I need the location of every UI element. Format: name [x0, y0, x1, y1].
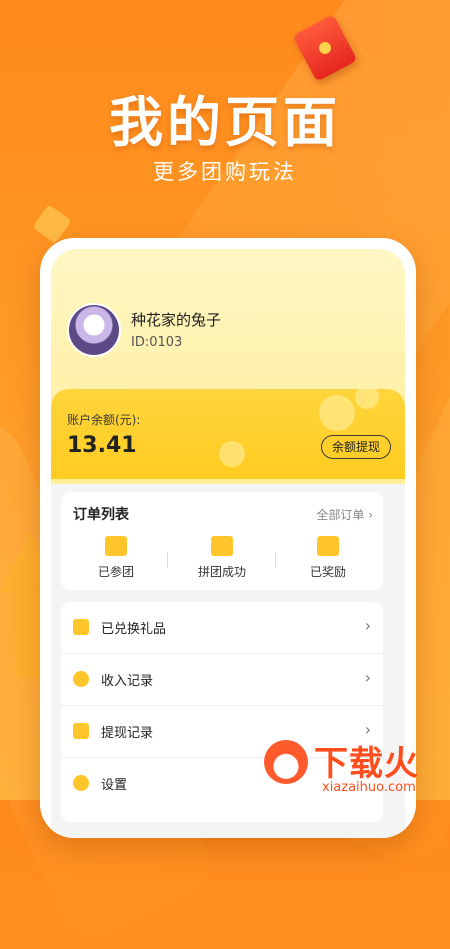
- watermark: 下载火 xiazaihuo.com: [264, 736, 450, 800]
- divider: [167, 552, 168, 568]
- menu-item-label: 设置: [101, 778, 128, 793]
- all-orders-label: 全部订单: [316, 508, 365, 522]
- order-rewarded-label: 已奖励: [309, 565, 346, 579]
- menu-item-label: 提现记录: [101, 726, 154, 741]
- divider: [275, 552, 276, 568]
- watermark-domain: xiazaihuo.com: [322, 780, 416, 795]
- menu-item-label: 收入记录: [101, 674, 154, 689]
- order-success-label: 拼团成功: [197, 565, 246, 579]
- coin-decoration-icon: [219, 441, 245, 467]
- gear-icon: [73, 775, 89, 791]
- order-joined-label: 已参团: [97, 565, 134, 579]
- promo-subtitle: 更多团购玩法: [153, 160, 297, 184]
- balance-value: 13.41: [67, 433, 137, 458]
- coin-decoration-icon: [355, 385, 379, 409]
- decoration-cube-icon: [32, 204, 72, 244]
- all-orders-link[interactable]: 全部订单 ›: [316, 506, 373, 523]
- download-fire-logo-icon: [264, 740, 308, 784]
- coin-decoration-icon: [319, 395, 355, 431]
- user-id: ID:0103: [131, 335, 183, 350]
- check-icon: [211, 536, 233, 556]
- username: 种花家的兔子: [131, 311, 222, 329]
- balance-label: 账户余额(元):: [67, 413, 141, 427]
- order-joined[interactable]: 已参团: [71, 536, 161, 580]
- chevron-right-icon: ›: [368, 508, 373, 522]
- box-icon: [105, 536, 127, 556]
- menu-item-income[interactable]: 收入记录 ›: [61, 654, 383, 706]
- balance-card: 账户余额(元): 13.41 余额提现: [51, 385, 405, 479]
- chevron-right-icon: ›: [364, 668, 371, 687]
- yuan-icon: [317, 536, 339, 556]
- watermark-brand: 下载火: [314, 744, 419, 784]
- withdraw-button[interactable]: 余额提现: [320, 435, 391, 459]
- promo-title: 我的页面: [109, 91, 341, 154]
- gift-icon: [73, 619, 89, 635]
- order-rewarded[interactable]: 已奖励: [283, 536, 373, 580]
- menu-item-label: 已兑换礼品: [101, 622, 167, 637]
- chevron-right-icon: ›: [364, 616, 371, 635]
- orders-title: 订单列表: [73, 507, 129, 523]
- menu-item-gifts[interactable]: 已兑换礼品 ›: [61, 602, 383, 654]
- wallet-icon: [73, 723, 89, 739]
- orders-card: 订单列表 全部订单 › 已参团 拼团成功 已奖励: [61, 492, 383, 590]
- profile-header: 种花家的兔子 ID:0103 账户余额(元): 13.41 余额提现: [51, 249, 405, 484]
- yuan-coin-icon: [73, 671, 89, 687]
- order-success[interactable]: 拼团成功: [177, 536, 267, 580]
- avatar[interactable]: [67, 303, 121, 357]
